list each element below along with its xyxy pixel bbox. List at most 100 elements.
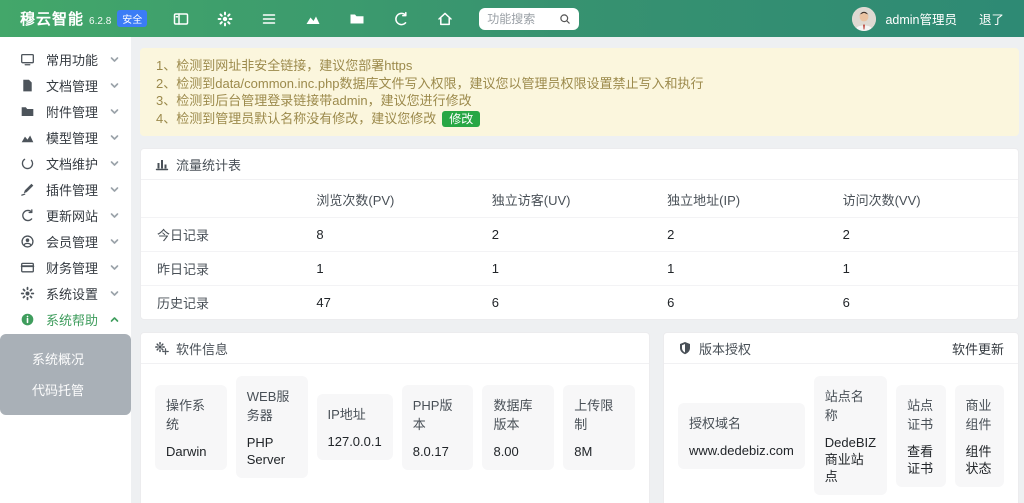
chevron-down-icon (110, 185, 119, 194)
sidebar-item-models[interactable]: 模型管理 (0, 124, 131, 150)
cell-value: 2 (492, 218, 667, 252)
file-icon (20, 78, 35, 93)
chevron-down-icon (110, 211, 119, 220)
brand-version: 6.2.8 (89, 16, 111, 27)
tile-label: 站点名称 (825, 386, 876, 424)
tile-value: www.dedebiz.com (689, 442, 794, 459)
tile-label: 上传限制 (574, 395, 624, 433)
fix-button[interactable]: 修改 (442, 111, 480, 127)
software-tile-ip: IP地址 127.0.0.1 (317, 394, 393, 460)
sidebar-subitem-code-hosting[interactable]: 代码托管 (0, 374, 131, 405)
cell-value: 6 (843, 286, 1018, 320)
row-label: 昨日记录 (141, 252, 316, 286)
sidebar-item-members[interactable]: 会员管理 (0, 228, 131, 254)
menu-icon[interactable] (261, 11, 277, 27)
avatar[interactable] (852, 7, 876, 31)
table-row: 历史记录 47 6 6 6 (141, 286, 1018, 320)
chevron-down-icon (110, 81, 119, 90)
col-header-uv: 独立访客(UV) (492, 180, 667, 218)
folder-icon[interactable] (349, 11, 365, 27)
sidebar-item-maintenance[interactable]: 文档维护 (0, 150, 131, 176)
loader-icon (20, 156, 35, 171)
sidebar-item-label: 常用功能 (46, 50, 98, 69)
tile-value: 8.0.17 (413, 443, 463, 460)
cell-value: 2 (843, 218, 1018, 252)
sidebar-item-attachments[interactable]: 附件管理 (0, 98, 131, 124)
sidebar-toggle-icon[interactable] (173, 11, 189, 27)
sidebar-item-documents[interactable]: 文档管理 (0, 72, 131, 98)
view-cert-link[interactable]: 查看证书 (907, 443, 934, 477)
card-title: 流量统计表 (176, 155, 241, 174)
col-header-pv: 浏览次数(PV) (316, 180, 491, 218)
sidebar-item-label: 会员管理 (46, 232, 98, 251)
sidebar-item-common[interactable]: 常用功能 (0, 46, 131, 72)
license-tile-cert: 站点证书 查看证书 (896, 385, 945, 487)
info-row: 软件信息 操作系统 Darwin WEB服务器 PHP Server IP地址 … (140, 320, 1019, 503)
cell-value: 8 (316, 218, 491, 252)
username[interactable]: admin管理员 (885, 9, 957, 28)
gear-icon[interactable] (217, 11, 233, 27)
shield-icon (678, 341, 692, 355)
chevron-up-icon (110, 315, 119, 324)
col-header-ip: 独立地址(IP) (667, 180, 842, 218)
alert-line-text: 4、检测到管理员默认名称没有修改，建议您修改 (156, 111, 436, 126)
cell-value: 1 (667, 252, 842, 286)
user-icon (20, 234, 35, 249)
alert-line: 4、检测到管理员默认名称没有修改，建议您修改修改 (156, 110, 1003, 128)
sidebar-item-update-site[interactable]: 更新网站 (0, 202, 131, 228)
software-tile-db: 数据库版本 8.00 (482, 385, 554, 470)
sidebar-item-plugins[interactable]: 插件管理 (0, 176, 131, 202)
bar-chart-icon (155, 157, 169, 171)
main-content: 1、检测到网址非安全链接，建议您部署https 2、检测到data/common… (131, 37, 1024, 503)
credit-card-icon (20, 260, 35, 275)
info-icon (20, 312, 35, 327)
software-tile-os: 操作系统 Darwin (155, 385, 227, 470)
cell-value: 1 (843, 252, 1018, 286)
software-tile-php: PHP版本 8.0.17 (402, 385, 474, 470)
tile-label: 商业组件 (966, 395, 993, 433)
component-status-link[interactable]: 组件状态 (966, 443, 993, 477)
license-tiles: 授权域名 www.dedebiz.com 站点名称 DedeBIZ商业站点 站点… (664, 364, 1018, 503)
security-alert: 1、检测到网址非安全链接，建议您部署https 2、检测到data/common… (140, 48, 1019, 136)
gears-icon (155, 341, 169, 355)
sidebar-item-help[interactable]: 系统帮助 (0, 306, 131, 332)
cell-value: 1 (316, 252, 491, 286)
sidebar-item-settings[interactable]: 系统设置 (0, 280, 131, 306)
chevron-down-icon (110, 237, 119, 246)
cell-value: 6 (492, 286, 667, 320)
sidebar-item-finance[interactable]: 财务管理 (0, 254, 131, 280)
sidebar-item-label: 文档管理 (46, 76, 98, 95)
admin-dashboard: 穆云智能 6.2.8 安全 (0, 0, 1024, 503)
sidebar: 常用功能 文档管理 附件管理 模型管理 文档维护 插件管理 (0, 37, 131, 503)
software-update-link[interactable]: 软件更新 (952, 339, 1004, 358)
security-badge: 安全 (117, 10, 147, 27)
cell-value: 2 (667, 218, 842, 252)
brand[interactable]: 穆云智能 6.2.8 安全 (20, 8, 147, 29)
search-input[interactable] (487, 12, 559, 26)
refresh-icon[interactable] (393, 11, 409, 27)
topbar-nav (173, 11, 453, 27)
sidebar-item-label: 文档维护 (46, 154, 98, 173)
chevron-down-icon (110, 289, 119, 298)
sidebar-item-label: 附件管理 (46, 102, 98, 121)
license-tile-components: 商业组件 组件状态 (955, 385, 1004, 487)
row-label: 历史记录 (141, 286, 316, 320)
tile-label: WEB服务器 (247, 386, 297, 424)
cell-value: 6 (667, 286, 842, 320)
table-row: 昨日记录 1 1 1 1 (141, 252, 1018, 286)
home-icon[interactable] (437, 11, 453, 27)
gear-icon (20, 286, 35, 301)
col-header-blank (141, 180, 316, 218)
license-tile-domain: 授权域名 www.dedebiz.com (678, 403, 805, 469)
search-icon[interactable] (559, 13, 571, 25)
chart-icon[interactable] (305, 11, 321, 27)
tile-label: IP地址 (328, 404, 382, 423)
folder-icon (20, 104, 35, 119)
row-label: 今日记录 (141, 218, 316, 252)
chevron-down-icon (110, 107, 119, 116)
tile-label: 操作系统 (166, 395, 216, 433)
chart-icon (20, 130, 35, 145)
tile-label: PHP版本 (413, 395, 463, 433)
sidebar-subitem-overview[interactable]: 系统概况 (0, 343, 131, 374)
logout-button[interactable]: 退了 (979, 9, 1004, 28)
